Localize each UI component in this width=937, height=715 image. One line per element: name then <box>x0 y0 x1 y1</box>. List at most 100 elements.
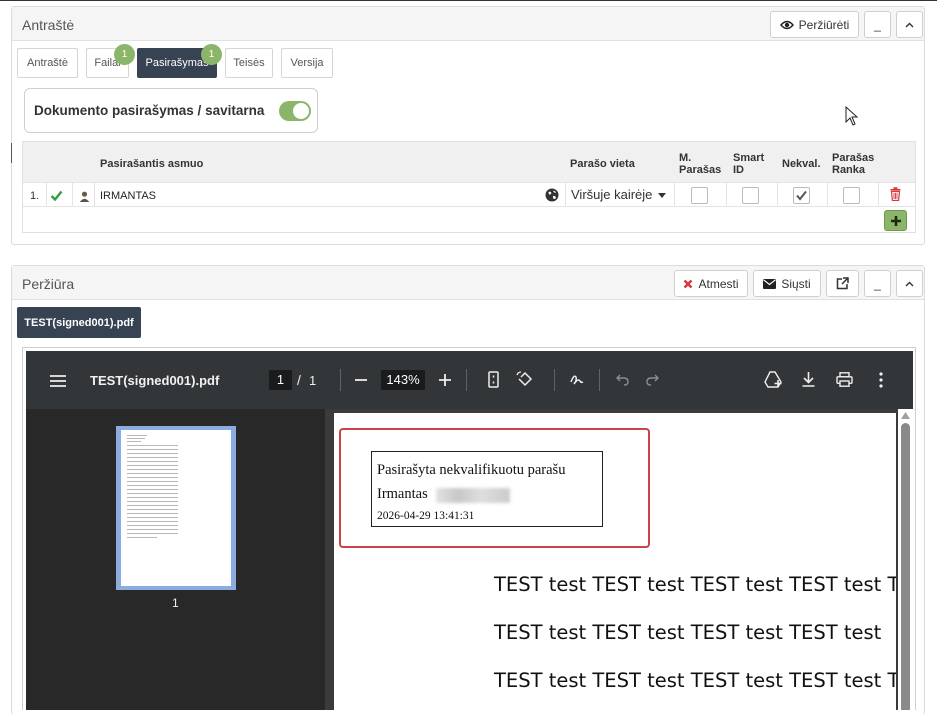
zoom-value: 143% <box>386 372 420 387</box>
reject-button[interactable]: Atmesti <box>674 270 748 297</box>
eye-icon <box>779 20 794 29</box>
sign-place-value: Viršuje kairėje <box>571 187 653 202</box>
thumbnail-text-line <box>127 529 178 530</box>
zoom-in-icon[interactable] <box>439 374 451 386</box>
scrollbar-thumb[interactable] <box>901 423 910 710</box>
row-divider <box>72 183 73 207</box>
row-divider <box>827 183 828 207</box>
left-accent-line <box>11 143 12 163</box>
undo-icon[interactable] <box>616 374 629 386</box>
rotate-icon[interactable] <box>516 371 534 389</box>
thumbnail-text-line <box>127 453 178 454</box>
row-divider <box>674 183 675 207</box>
reject-button-label: Atmesti <box>698 276 739 291</box>
toolbar-divider <box>599 369 600 391</box>
col-place: Parašo vieta <box>570 158 635 170</box>
pdf-toolbar: TEST(signed001).pdf 1 / 1 143% <box>26 351 913 409</box>
redo-icon[interactable] <box>646 374 659 386</box>
fit-page-icon[interactable] <box>488 371 499 388</box>
minimize-icon: _ <box>874 276 881 291</box>
thumbnail-text-line <box>127 493 178 494</box>
hand-sign-checkbox[interactable] <box>843 187 860 204</box>
nekval-checkbox[interactable] <box>793 187 810 204</box>
tab-antraste[interactable]: Antraštė <box>17 48 78 78</box>
add-signer-button[interactable] <box>884 210 907 231</box>
trash-icon[interactable] <box>890 187 901 201</box>
stamp-date: 2026-04-29 13:41:31 <box>377 510 475 522</box>
page-thumbnail[interactable] <box>116 426 236 590</box>
m-sign-checkbox[interactable] <box>691 187 708 204</box>
row-divider <box>94 183 95 207</box>
preview-collapse-button[interactable] <box>896 270 923 297</box>
scroll-up-arrow-icon[interactable] <box>901 412 910 419</box>
pdf-scrollbar[interactable] <box>898 409 913 710</box>
current-page: 1 <box>276 372 285 387</box>
check-icon <box>50 190 63 201</box>
open-external-button[interactable] <box>826 270 859 297</box>
collapse-button[interactable] <box>896 11 923 38</box>
col-nekval: Nekval. <box>782 158 821 170</box>
toolbar-divider <box>466 369 467 391</box>
thumbnail-text-line <box>127 465 178 466</box>
preview-button[interactable]: Peržiūrėti <box>770 11 859 38</box>
toolbar-divider <box>340 369 341 391</box>
header-panel-bar: Antraštė Peržiūrėti _ <box>12 7 924 41</box>
thumbnail-text-line <box>127 461 178 462</box>
thumbnail-text-line <box>127 525 178 526</box>
draw-icon[interactable] <box>569 372 585 388</box>
thumbnail-text-line <box>127 521 178 522</box>
thumbnail-text-line <box>127 477 178 478</box>
minimize-button[interactable]: _ <box>864 11 891 38</box>
file-chip[interactable]: TEST(signed001).pdf <box>17 307 141 338</box>
user-icon <box>79 191 90 202</box>
row-divider <box>878 183 879 207</box>
thumbnail-page <box>121 430 231 586</box>
toolbar-divider <box>554 369 555 391</box>
page-number-input[interactable]: 1 <box>269 370 292 390</box>
thumbnail-page-number: 1 <box>172 596 179 610</box>
sign-place-select[interactable]: Viršuje kairėje <box>568 184 668 206</box>
close-icon <box>684 279 693 288</box>
pdf-viewer: TEST(signed001).pdf 1 / 1 143% 1 Pasiraš… <box>22 347 916 710</box>
checkmark-icon <box>796 190 807 201</box>
row-divider <box>565 183 566 207</box>
dropdown-caret-icon <box>658 193 666 198</box>
more-options-icon[interactable] <box>879 372 883 388</box>
mouse-cursor-icon <box>845 106 859 126</box>
globe-icon[interactable] <box>545 188 559 202</box>
drive-save-icon[interactable] <box>764 371 783 388</box>
zoom-input[interactable]: 143% <box>381 370 425 390</box>
pdf-content-area: Pasirašyta nekvalifikuotu parašu Irmanta… <box>326 409 913 710</box>
thumbnail-text-line <box>127 537 157 538</box>
zoom-out-icon[interactable] <box>355 379 367 381</box>
print-icon[interactable] <box>836 372 853 387</box>
thumbnail-text-line <box>127 517 178 518</box>
download-icon[interactable] <box>802 372 815 387</box>
envelope-icon <box>763 278 777 289</box>
top-edge-line <box>0 0 937 1</box>
row-divider <box>777 183 778 207</box>
tab-versija[interactable]: Versija <box>281 48 333 78</box>
col-m-sign: M. Parašas <box>679 152 722 176</box>
preview-panel-title: Peržiūra <box>22 276 75 292</box>
col-signer: Pasirašantis asmuo <box>100 158 204 170</box>
pdf-page: Pasirašyta nekvalifikuotu parašu Irmanta… <box>334 413 896 710</box>
thumbnail-text-line <box>127 438 145 439</box>
thumbnail-text-line <box>127 473 178 474</box>
chevron-up-icon <box>905 281 914 286</box>
thumbnail-text-line <box>127 485 178 486</box>
signer-name: IRMANTAS <box>100 190 157 202</box>
signing-toggle-switch[interactable] <box>279 101 311 121</box>
thumbnail-text-line <box>127 435 147 436</box>
stamp-name-blurred <box>436 488 510 503</box>
preview-panel-bar: Peržiūra Atmesti Siųsti _ <box>12 266 924 300</box>
menu-icon[interactable] <box>50 375 66 387</box>
pdf-sidebar: 1 <box>26 409 325 710</box>
preview-minimize-button[interactable]: _ <box>864 270 891 297</box>
thumbnail-text-line <box>127 513 178 514</box>
tab-teises[interactable]: Teisės <box>225 48 273 78</box>
send-button[interactable]: Siųsti <box>753 270 821 297</box>
toggle-knob <box>293 103 309 119</box>
signing-toggle-card: Dokumento pasirašymas / savitarna <box>24 88 318 133</box>
smart-id-checkbox[interactable] <box>742 187 759 204</box>
